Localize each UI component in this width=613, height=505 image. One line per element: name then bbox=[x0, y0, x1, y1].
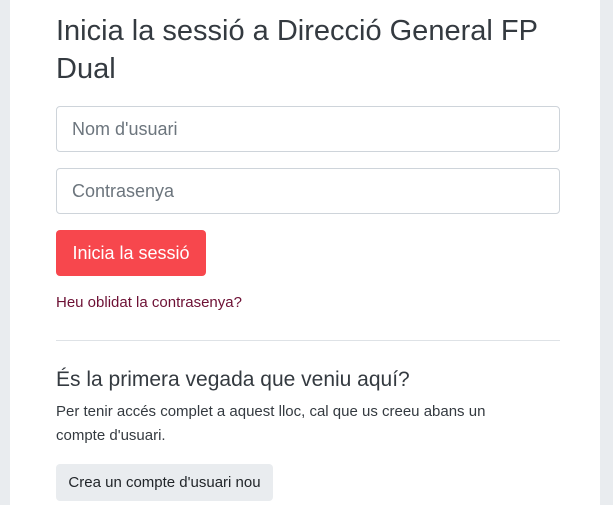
page-title: Inicia la sessió a Direcció General FP D… bbox=[56, 15, 538, 85]
signup-description: Per tenir accés complet a aquest lloc, c… bbox=[56, 403, 486, 444]
divider bbox=[56, 340, 560, 341]
forgot-password-link[interactable]: Heu oblidat la contrasenya? bbox=[56, 294, 242, 311]
login-card: Inicia la sessió a Direcció General FP D… bbox=[10, 0, 600, 505]
username-input[interactable] bbox=[56, 106, 560, 152]
password-input[interactable] bbox=[56, 168, 560, 214]
login-button[interactable]: Inicia la sessió bbox=[56, 230, 206, 276]
create-account-button[interactable]: Crea un compte d'usuari nou bbox=[56, 464, 273, 501]
signup-heading: És la primera vegada que veniu aquí? bbox=[56, 368, 410, 391]
